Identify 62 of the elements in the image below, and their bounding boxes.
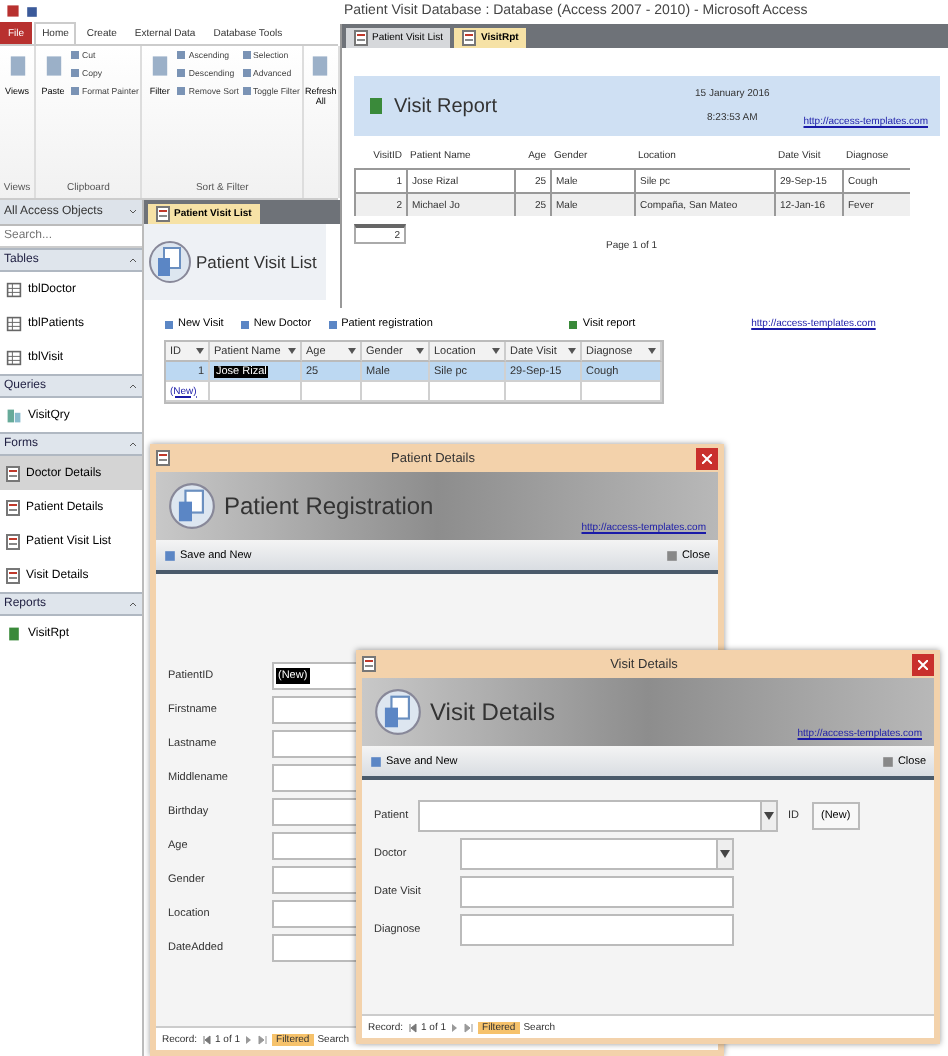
table-cell — [506, 382, 582, 402]
form-icon — [6, 533, 20, 549]
last-record-icon — [258, 1033, 269, 1045]
form-logo-icon — [148, 240, 192, 284]
form-icon — [6, 499, 20, 515]
dropdown-icon — [648, 348, 656, 354]
action-icon — [327, 319, 338, 329]
dropdown-icon — [764, 812, 774, 820]
action-icon — [239, 319, 250, 329]
table-cell — [302, 382, 362, 402]
first-record-icon — [407, 1021, 418, 1033]
dropdown-icon — [288, 348, 296, 354]
next-record-icon — [450, 1021, 461, 1033]
dropdown-icon — [720, 850, 730, 858]
close-button[interactable] — [912, 653, 934, 675]
close-button[interactable] — [695, 447, 718, 469]
table-cell — [430, 382, 506, 402]
dropdown-icon — [492, 348, 500, 354]
report-icon — [6, 625, 22, 641]
save-icon — [26, 5, 38, 17]
command-icon — [5, 50, 29, 82]
close-icon — [918, 659, 928, 669]
form-title: Patient Visit List — [196, 252, 317, 272]
table-icon — [6, 315, 22, 331]
window-icon — [362, 656, 376, 672]
dropdown-button[interactable] — [716, 840, 732, 868]
action-icon — [164, 319, 174, 329]
form-icon — [6, 465, 20, 481]
close-icon — [701, 453, 712, 463]
dropdown-icon — [348, 348, 356, 354]
close-form-icon — [665, 549, 678, 561]
window-icon — [156, 450, 170, 466]
combo-field[interactable] — [460, 838, 734, 870]
first-record-icon — [201, 1033, 212, 1045]
dropdown-icon — [416, 348, 424, 354]
query-icon — [6, 407, 22, 423]
save-icon — [164, 549, 176, 561]
table-cell — [582, 382, 662, 402]
form-logo-icon — [374, 688, 422, 736]
close-form-icon — [881, 755, 894, 767]
form-icon — [6, 567, 20, 583]
input-field[interactable] — [460, 876, 734, 908]
table-icon — [6, 281, 22, 297]
command-icon — [147, 50, 172, 82]
command-icon — [41, 50, 65, 82]
form-logo-icon — [168, 482, 216, 530]
next-record-icon — [244, 1033, 255, 1045]
dropdown-icon — [568, 348, 576, 354]
app-icon — [6, 4, 20, 18]
save-icon — [370, 755, 382, 767]
input-field[interactable] — [460, 914, 734, 946]
dropdown-icon — [196, 348, 204, 354]
table-cell — [362, 382, 430, 402]
action-icon — [568, 319, 579, 329]
form-title: Visit Details — [430, 698, 555, 726]
table-icon — [6, 349, 22, 365]
combo-field[interactable] — [418, 800, 778, 832]
last-record-icon — [464, 1021, 475, 1033]
dropdown-button[interactable] — [760, 802, 776, 830]
command-icon — [308, 50, 333, 82]
report-title: Visit Report — [394, 95, 498, 117]
form-title: Patient Registration — [224, 492, 434, 520]
